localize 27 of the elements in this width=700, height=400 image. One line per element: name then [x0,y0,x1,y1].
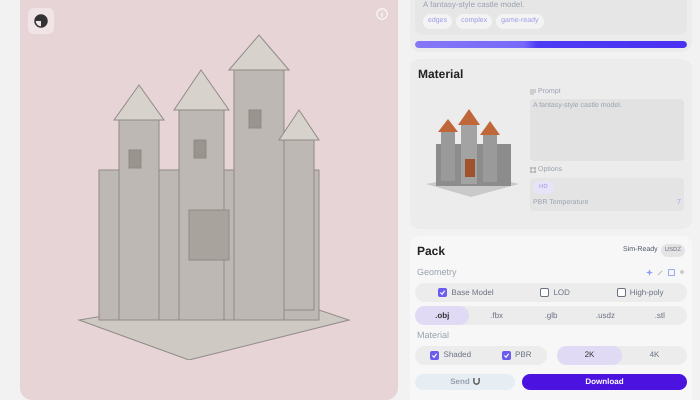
prompt-text: A fantasy-style castle model. [423,0,526,10]
checkbox[interactable]: PBR [502,349,532,361]
material-label: Material [416,329,450,342]
sparkle-icon[interactable] [646,268,653,276]
checkbox[interactable]: Base Model [438,286,494,298]
format-tab[interactable]: .obj [415,306,470,325]
format-tab[interactable]: .glb [524,306,578,325]
resolution-tab[interactable]: 4K [622,346,687,364]
format-tab[interactable]: .usdz [578,306,633,325]
material-title: Material [418,66,464,82]
pencil-icon[interactable] [657,268,664,276]
palette-button[interactable] [28,8,54,34]
pack-title: Pack [417,242,446,260]
resolution-tab[interactable]: 2K [557,346,622,364]
checkbox[interactable]: High-poly [616,286,664,298]
text-icon [530,88,536,95]
dot-icon[interactable] [679,269,685,276]
send-button[interactable]: Send [415,374,515,390]
checkbox[interactable]: Shaded [430,349,472,361]
checkbox[interactable]: LOD [540,286,570,298]
magnet-icon [472,378,480,385]
format-tab[interactable]: .stl [632,306,688,325]
format-tab[interactable]: .fbx [469,306,524,325]
save-icon[interactable] [668,268,675,276]
download-button[interactable]: Download [522,374,687,390]
geometry-label: Geometry [417,266,457,279]
info-icon[interactable] [376,8,388,20]
